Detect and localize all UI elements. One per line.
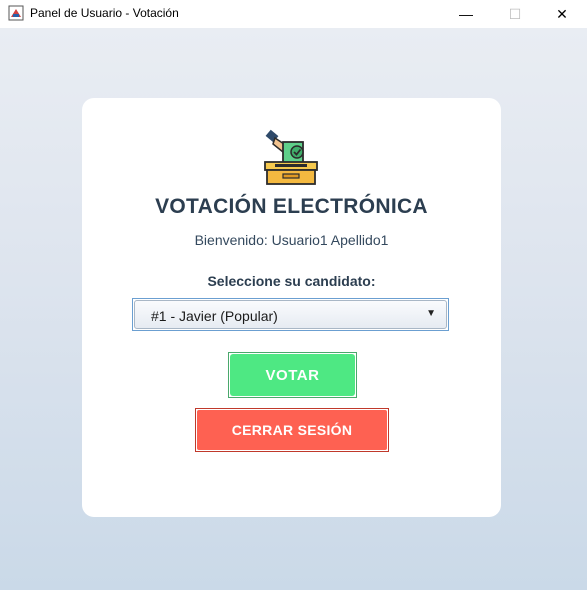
ballot-box-icon [264, 129, 318, 185]
page-title: VOTACIÓN ELECTRÓNICA [155, 195, 428, 218]
welcome-text: Bienvenido: Usuario1 Apellido1 [194, 232, 389, 248]
vote-button-frame[interactable]: VOTAR [228, 352, 357, 398]
candidate-selected-value: #1 - Javier (Popular) [151, 308, 278, 324]
content-area: VOTACIÓN ELECTRÓNICA Bienvenido: Usuario… [0, 28, 587, 590]
java-app-icon [8, 5, 24, 21]
chevron-down-icon[interactable]: ▼ [426, 308, 436, 319]
close-button[interactable]: ✕ [539, 0, 585, 28]
maximize-button[interactable]: ☐ [492, 0, 538, 28]
logout-button[interactable]: CERRAR SESIÓN [197, 410, 387, 450]
candidate-label: Seleccione su candidato: [207, 273, 376, 289]
logout-button-frame[interactable]: CERRAR SESIÓN [195, 408, 389, 452]
app-window: Panel de Usuario - Votación — ☐ ✕ VOTACI… [0, 0, 587, 590]
minimize-button[interactable]: — [443, 0, 489, 28]
vote-button[interactable]: VOTAR [230, 354, 355, 396]
title-bar[interactable]: Panel de Usuario - Votación — ☐ ✕ [0, 0, 587, 28]
candidate-select[interactable]: #1 - Javier (Popular) ▼ [132, 298, 449, 331]
voting-card: VOTACIÓN ELECTRÓNICA Bienvenido: Usuario… [82, 98, 501, 517]
window-title: Panel de Usuario - Votación [30, 6, 179, 20]
candidate-select-field[interactable]: #1 - Javier (Popular) ▼ [134, 300, 447, 329]
